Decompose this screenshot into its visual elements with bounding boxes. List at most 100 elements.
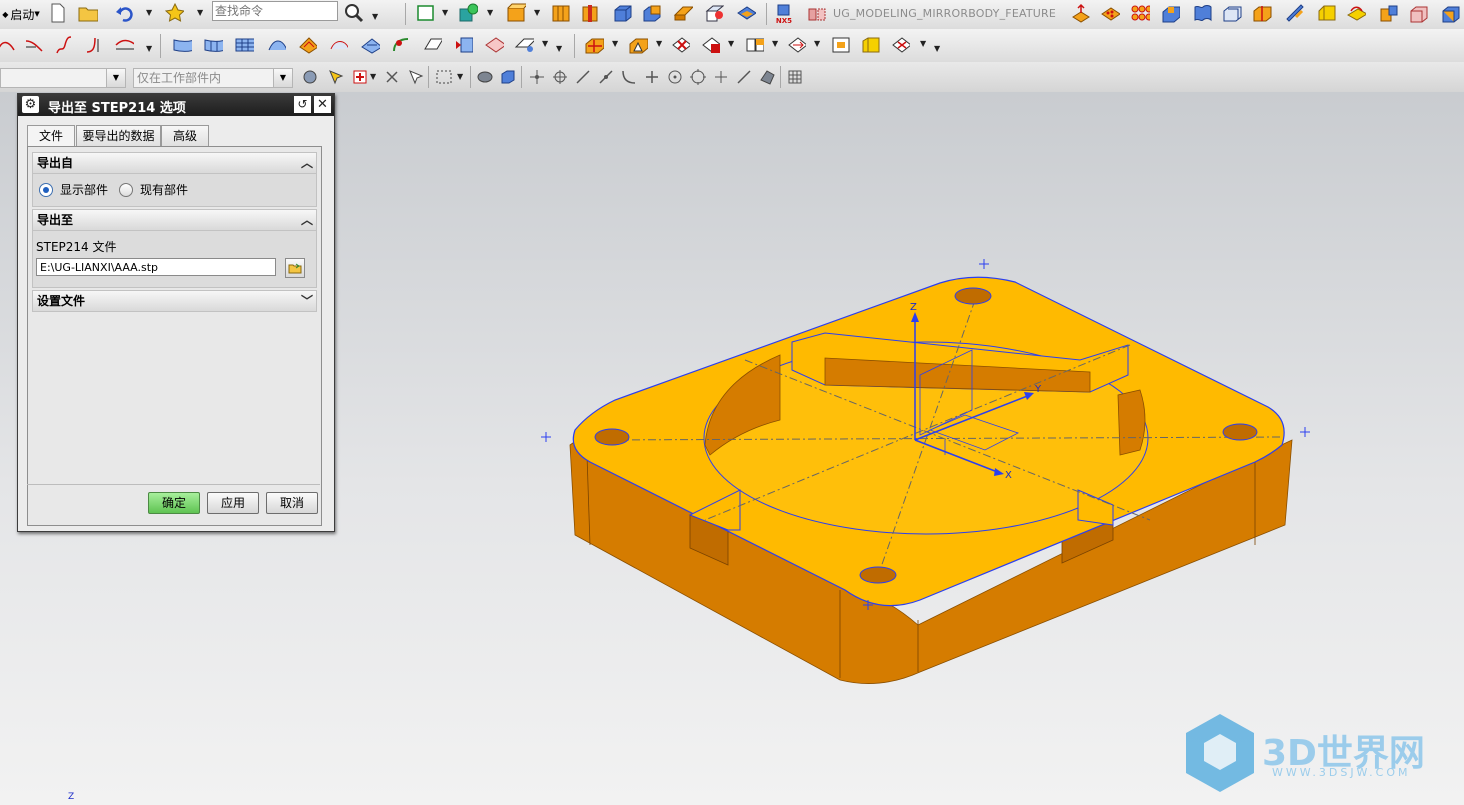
thicken-icon[interactable] xyxy=(1192,3,1212,23)
rectangle-dropdown-icon[interactable]: ▼ xyxy=(457,72,463,81)
feature-face-icon[interactable] xyxy=(475,67,495,87)
radio-existing-part[interactable]: 现有部件 xyxy=(119,181,188,198)
snap-line-icon[interactable] xyxy=(573,67,593,87)
extrude-icon[interactable] xyxy=(506,3,526,23)
swept-surface-icon[interactable] xyxy=(266,35,286,55)
offset-surface-icon[interactable] xyxy=(453,35,473,55)
open-folder-icon[interactable] xyxy=(78,3,98,23)
quick-pick-icon[interactable] xyxy=(406,67,426,87)
finder-dropdown-icon[interactable]: ▼ xyxy=(197,8,203,17)
through-curves-icon[interactable] xyxy=(203,35,223,55)
extrude-dropdown-icon[interactable]: ▼ xyxy=(534,8,540,17)
command-finder-icon[interactable] xyxy=(164,3,184,23)
tab-file[interactable]: 文件 xyxy=(27,125,75,147)
face-blend-icon[interactable] xyxy=(391,35,411,55)
snap-center-icon[interactable] xyxy=(665,67,685,87)
patch-icon[interactable] xyxy=(1378,3,1398,23)
snap-on-curve-icon[interactable] xyxy=(734,67,754,87)
nx5-icon[interactable]: NX5 xyxy=(774,1,794,27)
deselect-all-icon[interactable] xyxy=(382,67,402,87)
sew-icon[interactable] xyxy=(1284,3,1304,23)
browse-folder-icon[interactable] xyxy=(285,258,305,278)
snap-endpoint-icon[interactable] xyxy=(527,67,547,87)
move-dropdown-icon[interactable]: ▼ xyxy=(814,39,820,48)
start-menu-button[interactable]: ◆ 启动 ▼ xyxy=(0,4,42,24)
hole-icon[interactable] xyxy=(580,3,600,23)
trim-sheet-icon[interactable] xyxy=(484,35,504,55)
ruled-surface-icon[interactable] xyxy=(172,35,192,55)
type-filter-dropdown[interactable]: ▼ xyxy=(0,68,126,88)
draft-icon[interactable] xyxy=(1316,3,1336,23)
undo-icon[interactable] xyxy=(115,3,135,23)
datum-dropdown-icon[interactable]: ▼ xyxy=(487,8,493,17)
search-icon[interactable] xyxy=(344,3,364,23)
move-face-icon[interactable] xyxy=(1160,3,1180,23)
new-file-icon[interactable] xyxy=(48,3,68,23)
studio-surface-icon[interactable] xyxy=(297,35,317,55)
revolve-icon[interactable] xyxy=(550,3,570,23)
snap-on-face-icon[interactable] xyxy=(757,67,777,87)
edge-blend-icon[interactable] xyxy=(704,3,724,23)
mesh-surface-icon[interactable] xyxy=(234,35,254,55)
snap-midpoint-icon[interactable] xyxy=(550,67,570,87)
apply-button[interactable]: 应用 xyxy=(207,492,259,514)
emboss-icon[interactable] xyxy=(1346,3,1366,23)
select-all-icon[interactable] xyxy=(350,67,370,87)
step-file-path-input[interactable] xyxy=(36,258,276,276)
trim-curve-icon[interactable] xyxy=(114,35,134,55)
boolean-unite-icon[interactable] xyxy=(642,3,662,23)
group-export-to-header[interactable]: 导出至 ︿ xyxy=(32,209,317,231)
tab-data-to-export[interactable]: 要导出的数据 xyxy=(76,125,161,146)
expand-down-icon[interactable]: ﹀ xyxy=(301,291,313,311)
edit-feature-icon[interactable] xyxy=(584,35,604,55)
suppress-dropdown-icon[interactable]: ▼ xyxy=(728,39,734,48)
search-dropdown-icon[interactable]: ▼ xyxy=(372,12,378,21)
snap-quadrant-icon[interactable] xyxy=(688,67,708,87)
spline-icon[interactable] xyxy=(54,35,74,55)
reset-icon[interactable]: ↺ xyxy=(294,96,311,113)
select-dropdown-icon[interactable]: ▼ xyxy=(370,72,376,81)
replay-feature-icon[interactable] xyxy=(830,35,850,55)
extension-icon[interactable] xyxy=(422,35,442,55)
pattern-feature-icon[interactable] xyxy=(1130,3,1150,23)
reorder-feature-icon[interactable] xyxy=(744,35,764,55)
replace-face-icon[interactable] xyxy=(1408,3,1428,23)
surface-overflow-icon[interactable]: ▼ xyxy=(556,44,562,53)
feature-playback-icon[interactable] xyxy=(890,35,910,55)
sheet-dropdown-icon[interactable]: ▼ xyxy=(542,39,548,48)
collapse-up-icon[interactable]: ︿ xyxy=(301,210,313,230)
snap-perpendicular-icon[interactable] xyxy=(642,67,662,87)
rectangle-select-icon[interactable] xyxy=(434,67,454,87)
search-input[interactable] xyxy=(212,1,338,21)
snap-point-icon[interactable] xyxy=(326,67,346,87)
playback-dropdown-icon[interactable]: ▼ xyxy=(920,39,926,48)
cancel-button[interactable]: 取消 xyxy=(266,492,318,514)
trim-body-icon[interactable] xyxy=(1222,3,1242,23)
dialog-titlebar[interactable]: ⚙ 导出至 STEP214 选项 ↺ ✕ xyxy=(18,94,334,116)
chamfer-icon[interactable] xyxy=(673,3,693,23)
suppress-feature-icon[interactable] xyxy=(700,35,720,55)
collapse-up-icon[interactable]: ︿ xyxy=(301,153,313,173)
mirror-body-icon[interactable] xyxy=(806,3,826,23)
ok-button[interactable]: 确定 xyxy=(148,492,200,514)
edit-feature-dropdown-icon[interactable]: ▼ xyxy=(612,39,618,48)
selection-filter-icon[interactable] xyxy=(300,67,320,87)
selection-scope-dropdown[interactable]: 仅在工作部件内 ▼ xyxy=(133,68,293,88)
shell-icon[interactable] xyxy=(736,3,756,23)
curve-dropdown-icon[interactable]: ▼ xyxy=(146,44,152,53)
edit-overflow-icon[interactable]: ▼ xyxy=(934,44,940,53)
sketch-rectangle-icon[interactable] xyxy=(416,3,436,23)
snap-tangent-icon[interactable] xyxy=(596,67,616,87)
sheet-edit-icon[interactable] xyxy=(514,35,534,55)
synchronous-modeling-icon[interactable] xyxy=(1440,3,1460,23)
reorder-dropdown-icon[interactable]: ▼ xyxy=(772,39,778,48)
snap-grid-icon[interactable] xyxy=(785,67,805,87)
tab-advanced[interactable]: 高级 xyxy=(161,125,209,146)
gear-icon[interactable]: ⚙ xyxy=(22,96,39,113)
sketch-dropdown-icon[interactable]: ▼ xyxy=(442,8,448,17)
block-icon[interactable] xyxy=(612,3,632,23)
edit-parameters-icon[interactable] xyxy=(628,35,648,55)
edit-params-dropdown-icon[interactable]: ▼ xyxy=(656,39,662,48)
radio-displayed-part[interactable]: 显示部件 xyxy=(39,181,108,198)
close-icon[interactable]: ✕ xyxy=(314,96,331,113)
